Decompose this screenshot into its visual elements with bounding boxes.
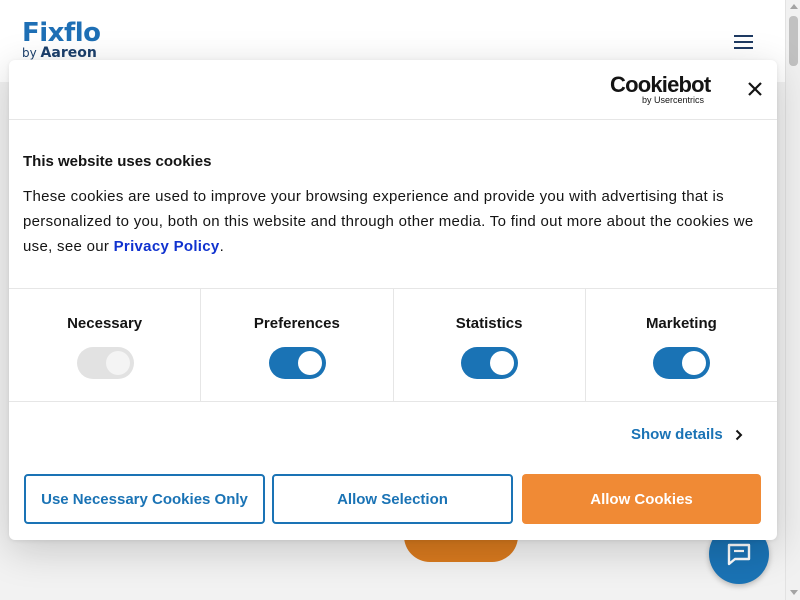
dialog-actions: Use Necessary Cookies Only Allow Selecti… [24, 474, 761, 524]
category-label: Marketing [645, 315, 717, 332]
scroll-thumb[interactable] [789, 16, 798, 66]
logo-sub-brand: Aareon [40, 45, 97, 61]
allow-cookies-button[interactable]: Allow Cookies [522, 474, 761, 524]
privacy-policy-link[interactable]: Privacy Policy [114, 238, 220, 255]
page-scrollbar[interactable] [785, 0, 800, 600]
category-statistics: Statistics [394, 289, 586, 401]
cookiebot-logo[interactable]: Cookiebot by Usercentrics [610, 72, 712, 106]
show-details-link[interactable]: Show details [631, 426, 743, 443]
cookiebot-wordmark: Cookiebot [610, 72, 711, 97]
statistics-toggle[interactable] [461, 347, 519, 379]
chevron-right-icon [735, 429, 743, 440]
cookie-consent-dialog: Cookiebot by Usercentrics This website u… [9, 60, 777, 540]
show-details-label: Show details [631, 426, 723, 443]
category-label: Necessary [67, 315, 143, 332]
fixflo-logo[interactable]: Fixflo by Aareon [22, 18, 101, 61]
necessary-toggle [76, 347, 134, 379]
logo-subtext: by Aareon [22, 45, 101, 61]
hamburger-icon[interactable] [734, 35, 753, 49]
scroll-up-icon[interactable] [790, 4, 798, 9]
dialog-description: These cookies are used to improve your b… [23, 184, 763, 259]
category-preferences: Preferences [201, 289, 394, 401]
category-necessary: Necessary [9, 289, 202, 401]
cookie-category-toggles: Necessary Preferences Statistics Marketi… [9, 288, 777, 402]
category-label: Statistics [455, 315, 523, 332]
chat-icon [727, 543, 751, 566]
use-necessary-only-button[interactable]: Use Necessary Cookies Only [24, 474, 265, 524]
description-end: . [219, 238, 225, 255]
close-icon[interactable] [746, 80, 764, 98]
category-marketing: Marketing [586, 289, 777, 401]
dialog-content: This website uses cookies These cookies … [23, 152, 763, 259]
category-label: Preferences [253, 315, 340, 332]
preferences-toggle[interactable] [268, 347, 326, 379]
dialog-header: Cookiebot by Usercentrics [9, 60, 777, 120]
allow-selection-button[interactable]: Allow Selection [272, 474, 513, 524]
marketing-toggle[interactable] [653, 347, 711, 379]
logo-text: Fixflo [22, 18, 101, 48]
dialog-title: This website uses cookies [23, 153, 212, 170]
scroll-down-icon[interactable] [790, 590, 798, 595]
logo-sub-prefix: by [22, 46, 37, 60]
